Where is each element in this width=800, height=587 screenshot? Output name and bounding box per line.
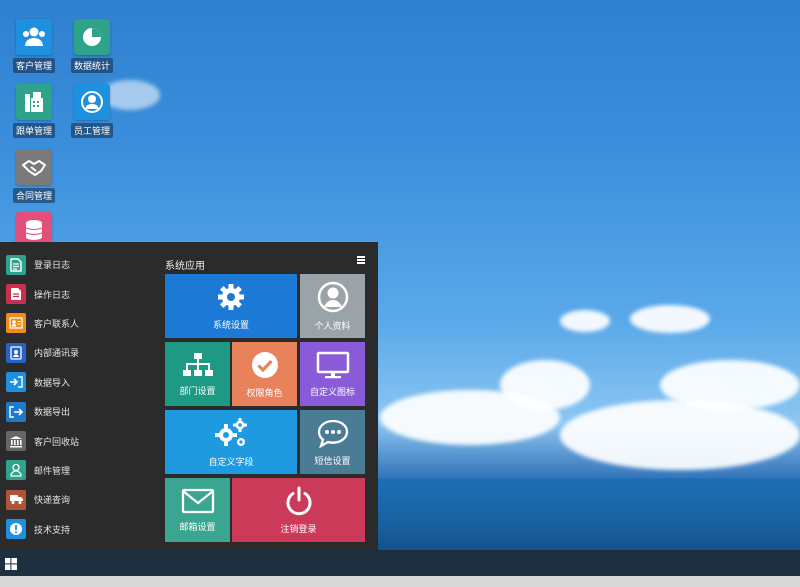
menu-toggle-icon[interactable] — [357, 256, 365, 264]
sign-in-icon — [6, 372, 26, 393]
chat-bubble-icon — [317, 419, 348, 448]
tile-label: 部门设置 — [179, 385, 216, 396]
contact-card-icon — [6, 313, 26, 334]
start-menu-list: 登录日志 操作日志 客户联系人 内部通讯录 数据导入 数据导出 客户回收站 邮件… — [0, 250, 150, 544]
tile-custom-fields[interactable]: 自定义字段 — [165, 410, 297, 474]
menu-item-label: 内部通讯录 — [34, 348, 80, 359]
tile-permissions[interactable]: 权限角色 — [232, 342, 297, 406]
windows-start-icon[interactable] — [5, 557, 17, 570]
tile-profile[interactable]: 个人资料 — [300, 274, 365, 338]
menu-item-express-query[interactable]: 快递查询 — [0, 485, 150, 514]
start-menu: 登录日志 操作日志 客户联系人 内部通讯录 数据导入 数据导出 客户回收站 邮件… — [0, 242, 378, 550]
menu-item-label: 技术支持 — [34, 524, 71, 535]
desktop-icon-employee[interactable]: 员工管理 — [68, 84, 116, 139]
taskbar — [0, 550, 800, 576]
exclamation-icon — [6, 519, 26, 540]
user-circle-icon — [317, 281, 348, 312]
tile-label: 个人资料 — [314, 320, 351, 331]
menu-item-label: 数据导入 — [34, 377, 71, 388]
desktop-icon-customer[interactable]: 客户管理 — [10, 19, 58, 74]
menu-item-label: 快递查询 — [34, 495, 71, 506]
gear-icon — [218, 283, 244, 310]
envelope-icon — [181, 488, 214, 513]
tile-label: 注销登录 — [280, 523, 317, 534]
apps-section-title: 系统应用 — [165, 261, 205, 272]
monitor-icon — [316, 351, 349, 378]
desktop-background: 客户管理 数据统计 跟单管理 员工管理 合同管理 登录日志 操作日志 客户联系人… — [0, 0, 800, 587]
tile-label: 短信设置 — [314, 455, 351, 466]
tile-label: 自定义字段 — [208, 456, 254, 467]
tile-sms-settings[interactable]: 短信设置 — [300, 410, 365, 474]
address-book-icon — [6, 342, 26, 363]
users-icon — [16, 19, 52, 55]
sign-out-icon — [6, 401, 26, 422]
menu-item-customer-contacts[interactable]: 客户联系人 — [0, 309, 150, 338]
fax-icon — [16, 84, 52, 120]
menu-item-operation-log[interactable]: 操作日志 — [0, 279, 150, 308]
user-circle-icon — [74, 84, 110, 120]
tile-system-settings[interactable]: 系统设置 — [165, 274, 297, 338]
sitemap-icon — [182, 352, 213, 376]
cloud — [560, 400, 800, 470]
menu-item-label: 数据导出 — [34, 407, 71, 418]
menu-item-customer-recycle[interactable]: 客户回收站 — [0, 426, 150, 455]
file-icon — [6, 284, 26, 305]
pie-chart-icon — [74, 19, 110, 55]
menu-item-label: 操作日志 — [34, 289, 71, 300]
menu-item-data-import[interactable]: 数据导入 — [0, 368, 150, 397]
cloud — [560, 310, 610, 332]
user-outline-icon — [6, 460, 26, 481]
desktop-icon-label: 合同管理 — [12, 188, 55, 203]
menu-item-label: 客户联系人 — [34, 318, 80, 329]
menu-item-mail-management[interactable]: 邮件管理 — [0, 456, 150, 485]
tile-label: 系统设置 — [212, 319, 249, 330]
desktop-icon-contract[interactable]: 合同管理 — [10, 149, 58, 204]
tile-department[interactable]: 部门设置 — [165, 342, 230, 406]
bottom-strip — [0, 576, 800, 587]
cloud — [630, 305, 710, 333]
menu-item-login-log[interactable]: 登录日志 — [0, 250, 150, 279]
menu-item-label: 客户回收站 — [34, 436, 80, 447]
desktop-icon-label: 数据统计 — [70, 58, 113, 73]
tile-label: 权限角色 — [246, 387, 283, 398]
menu-item-label: 登录日志 — [34, 260, 71, 271]
power-icon — [286, 486, 311, 515]
check-circle-icon — [251, 351, 278, 378]
tile-label: 自定义图标 — [309, 386, 355, 397]
desktop-icon-label: 客户管理 — [12, 58, 55, 73]
tile-logout[interactable]: 注销登录 — [232, 478, 365, 542]
cogs-icon — [215, 417, 247, 446]
menu-item-tech-support[interactable]: 技术支持 — [0, 515, 150, 544]
desktop-icon-label: 员工管理 — [70, 123, 113, 138]
tile-custom-icons[interactable]: 自定义图标 — [300, 342, 365, 406]
menu-item-internal-directory[interactable]: 内部通讯录 — [0, 338, 150, 367]
menu-item-label: 邮件管理 — [34, 465, 71, 476]
cloud — [380, 390, 560, 445]
desktop-icon-followup[interactable]: 跟单管理 — [10, 84, 58, 139]
desktop-icon-statistics[interactable]: 数据统计 — [68, 19, 116, 74]
menu-item-data-export[interactable]: 数据导出 — [0, 397, 150, 426]
file-text-icon — [6, 254, 26, 275]
tile-mail-settings[interactable]: 邮箱设置 — [165, 478, 230, 542]
truck-icon — [6, 489, 26, 510]
handshake-icon — [16, 149, 52, 185]
tile-label: 邮箱设置 — [179, 521, 216, 532]
bank-icon — [6, 431, 26, 452]
desktop-icon-label: 跟单管理 — [12, 123, 55, 138]
